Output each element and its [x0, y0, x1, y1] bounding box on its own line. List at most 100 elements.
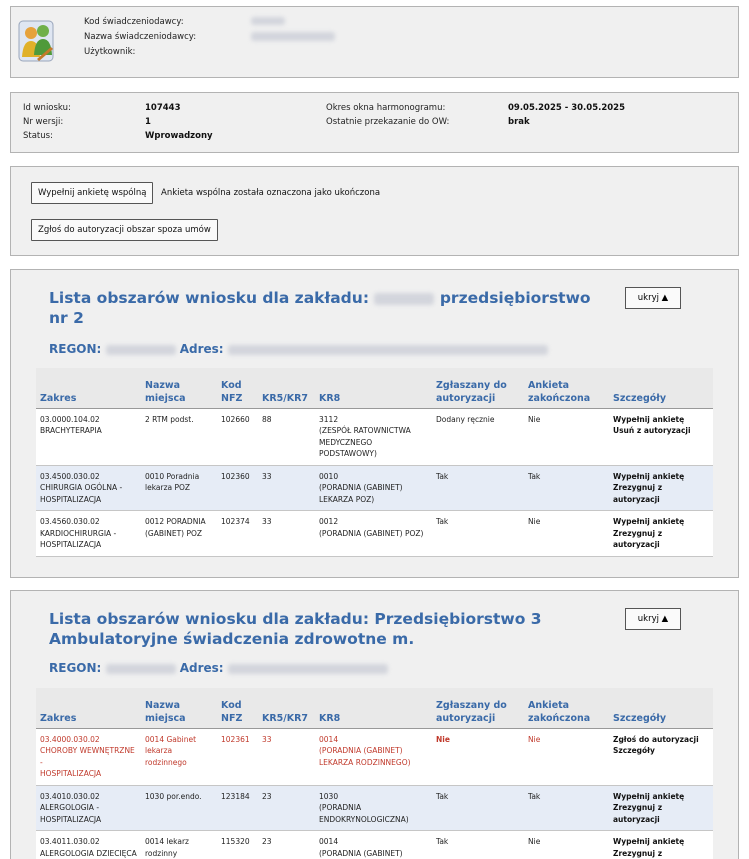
cell-kr5: 88	[258, 408, 315, 466]
redacted-regon	[105, 663, 176, 674]
cell-zakres-line: 03.0000.104.02	[40, 414, 100, 424]
cell-zakres-line: 03.4011.030.02	[40, 837, 100, 846]
cell-kr5-line: 23	[262, 791, 272, 801]
row-action-link[interactable]: Szczegóły	[613, 745, 709, 757]
cell-kr8-line: 0012	[319, 517, 339, 526]
version-label: Nr wersji:	[23, 117, 64, 127]
cell-miejsce: 1030 por.endo.	[141, 785, 217, 831]
cell-kod-nfz-line: 102360	[221, 471, 250, 481]
column-header-zglaszany: Zgłaszany do autoryzacji	[432, 368, 524, 409]
cell-kr5-line: 33	[262, 734, 272, 744]
last-transfer-label: Ostatnie przekazanie do OW:	[326, 117, 450, 127]
cell-szczegoly: Wypełnij ankietęZrezygnuj z autoryzacji	[609, 510, 713, 557]
redacted-provider-name	[251, 32, 335, 41]
row-action-link[interactable]: Zgłoś do autoryzacji	[613, 734, 709, 746]
authorize-outside-contract-button[interactable]: Zgłoś do autoryzacji obszar spoza umów	[31, 219, 218, 241]
cell-zakres-line: 03.4500.030.02	[40, 471, 100, 481]
cell-kod-nfz: 102360	[217, 465, 258, 511]
cell-zglaszany: Tak	[432, 465, 524, 511]
cell-kr8-line: 0014	[319, 734, 339, 744]
row-action-link[interactable]: Zrezygnuj z autoryzacji	[613, 848, 709, 859]
cell-zakres: 03.4000.030.02 CHOROBY WEWNĘTRZNE - HOSPIT…	[36, 728, 141, 786]
cell-zakres: 03.4011.030.02ALERGOLOGIA DZIECIĘCA -HOS…	[36, 830, 141, 859]
schedule-window-label: Okres okna harmonogramu:	[326, 103, 446, 113]
user-label: Użytkownik:	[84, 47, 136, 57]
cell-miejsce: 0014 lekarz rodzinny	[141, 830, 217, 859]
cell-kod-nfz: 102660	[217, 408, 258, 466]
areas-section-2: Lista obszarów wniosku dla zakładu: Prze…	[10, 590, 739, 859]
row-action-link[interactable]: Usuń z autoryzacji	[613, 425, 709, 437]
cell-zglaszany: Tak	[432, 785, 524, 831]
cell-kr8-line: ENDOKRYNOLOGICZNA)	[319, 814, 409, 824]
cell-kr8: 0012 (PORADNIA (GABINET) POZ)	[315, 510, 432, 557]
cell-zakres: 03.0000.104.02 BRACHYTERAPIA	[36, 408, 141, 466]
status-label: Status:	[23, 131, 53, 141]
cell-zakres: 03.4010.030.02 ALERGOLOGIA - HOSPITALIZACJ…	[36, 785, 141, 831]
users-logo-icon	[18, 20, 54, 62]
column-header-nazwa-miejsca: Nazwa miejsca	[141, 368, 217, 409]
cell-miejsce-line: 0012 PORADNIA	[145, 517, 206, 526]
cell-kr5: 33	[258, 510, 315, 557]
cell-ankieta: Nie	[524, 830, 609, 859]
cell-kod-nfz: 102374	[217, 510, 258, 557]
hide-section-button[interactable]: ukryj ▲	[625, 608, 681, 630]
regon-label: REGON:	[49, 342, 102, 356]
cell-kr8-line: 1030	[319, 791, 339, 801]
user-info-panel: Kod świadczeniodawcy: Nazwa świadczeniod…	[10, 6, 739, 78]
column-header-ankieta: Ankieta zakończona	[524, 688, 609, 729]
cell-szczegoly: Wypełnij ankietęZrezygnuj z autoryzacji	[609, 830, 713, 859]
table-row: 03.4011.030.02ALERGOLOGIA DZIECIĘCA -HOS…	[36, 830, 713, 859]
cell-zakres-line: KARDIOCHIRURGIA -	[40, 528, 117, 538]
redacted-provider-code	[251, 17, 285, 25]
section-title-line2: nr 2	[49, 309, 84, 327]
section-title-line2: Ambulatoryjne świadczenia zdrowotne m.	[49, 630, 415, 648]
cell-miejsce-line: (GABINET) POZ	[145, 528, 203, 538]
row-action-link[interactable]: Wypełnij ankietę	[613, 516, 709, 528]
cell-kr5-line: 88	[262, 414, 272, 424]
last-transfer-value: brak	[508, 117, 530, 127]
cell-miejsce-line: 0014 lekarz	[145, 837, 189, 846]
application-id-label: Id wniosku:	[23, 103, 71, 113]
version-value: 1	[145, 117, 151, 127]
row-action-link[interactable]: Zrezygnuj z autoryzacji	[613, 482, 709, 505]
cell-ankieta-line: Tak	[528, 471, 541, 481]
cell-kod-nfz-line: 115320	[221, 837, 250, 846]
row-action-link[interactable]: Wypełnij ankietę	[613, 836, 709, 848]
cell-zglaszany-line: Tak	[436, 517, 449, 526]
cell-kr8: 0010 (PORADNIA (GABINET) LEKARZA POZ)	[315, 465, 432, 511]
cell-kr8: 0014(PORADNIA (GABINET)LEKARZA RODZINNEG…	[315, 830, 432, 859]
row-action-link[interactable]: Zrezygnuj z autoryzacji	[613, 528, 709, 551]
cell-zakres-line: CHIRURGIA OGÓLNA -	[40, 483, 123, 492]
cell-kr5: 33	[258, 465, 315, 511]
areas-table: Zakres Nazwa miejsca Kod NFZ KR5/KR7 KR8 Zgła…	[36, 368, 713, 557]
address-label: Adres:	[179, 661, 224, 675]
cell-zglaszany: Tak	[432, 510, 524, 557]
areas-table: Zakres Nazwa miejsca Kod NFZ KR5/KR7 KR8 Zgła…	[36, 688, 713, 859]
column-header-szczegoly: Szczegóły	[609, 688, 713, 729]
column-header-zglaszany: Zgłaszany do autoryzacji	[432, 688, 524, 729]
column-header-kod-nfz: Kod NFZ	[217, 368, 258, 409]
table-header-row: Zakres Nazwa miejsca Kod NFZ KR5/KR7 KR8 Zgła…	[36, 368, 713, 409]
cell-kr8-line: (ZESPÓŁ RATOWNICTWA	[319, 426, 411, 435]
cell-miejsce-line: 1030 por.endo.	[145, 791, 202, 801]
cell-kod-nfz-line: 102374	[221, 517, 250, 526]
cell-szczegoly: Wypełnij ankietę Usuń z autoryzacji	[609, 408, 713, 466]
row-action-link[interactable]: Zrezygnuj z autoryzacji	[613, 802, 709, 825]
column-header-kr8: KR8	[315, 688, 432, 729]
column-header-zakres: Zakres	[36, 688, 141, 729]
row-action-link[interactable]: Wypełnij ankietę	[613, 791, 709, 803]
cell-zglaszany: Dodany ręcznie	[432, 408, 524, 466]
cell-ankieta: Tak	[524, 785, 609, 831]
cell-kr5-line: 23	[262, 837, 272, 846]
row-action-link[interactable]: Wypełnij ankietę	[613, 414, 709, 426]
row-action-link[interactable]: Wypełnij ankietę	[613, 471, 709, 483]
hide-section-button[interactable]: ukryj ▲	[625, 287, 681, 309]
cell-ankieta: Nie	[524, 728, 609, 786]
cell-ankieta-line: Nie	[528, 517, 541, 526]
cell-kr8-line: (PORADNIA (GABINET) POZ)	[319, 528, 424, 538]
cell-zakres-line: ALERGOLOGIA -	[40, 803, 100, 812]
table-row: 03.4500.030.02 CHIRURGIA OGÓLNA - HOSPITAL…	[36, 465, 713, 511]
column-header-kod-nfz: Kod NFZ	[217, 688, 258, 729]
fill-common-survey-button[interactable]: Wypełnij ankietę wspólną	[31, 182, 154, 204]
cell-kr5: 33	[258, 728, 315, 786]
